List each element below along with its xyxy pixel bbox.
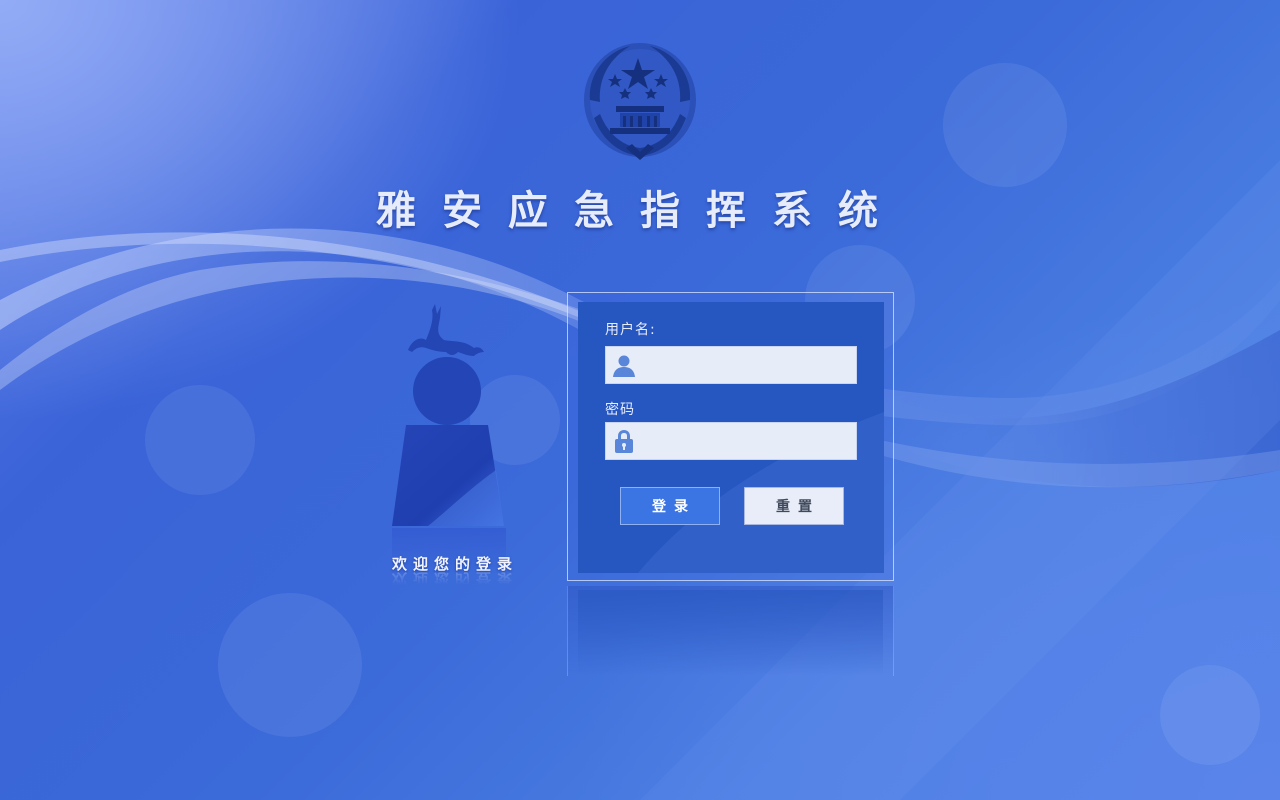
password-label: 密码 (605, 402, 635, 418)
username-label: 用户名: (605, 322, 656, 338)
login-panel-reflection (567, 586, 894, 676)
lock-icon (615, 430, 633, 453)
user-icon (613, 355, 635, 377)
reset-button[interactable]: 重置 (744, 487, 844, 525)
username-input[interactable] (644, 347, 858, 385)
welcome-text-reflection: 欢迎您的登录 (391, 572, 518, 588)
login-button[interactable]: 登录 (620, 487, 720, 525)
page-title: 雅安应急指挥系统 (376, 187, 904, 234)
password-input[interactable] (644, 423, 858, 461)
national-emblem-logo (584, 43, 696, 160)
horse-statue-illustration (392, 304, 504, 526)
username-field[interactable] (605, 346, 858, 385)
welcome-text: 欢迎您的登录 (391, 555, 518, 573)
password-field[interactable] (605, 422, 858, 461)
